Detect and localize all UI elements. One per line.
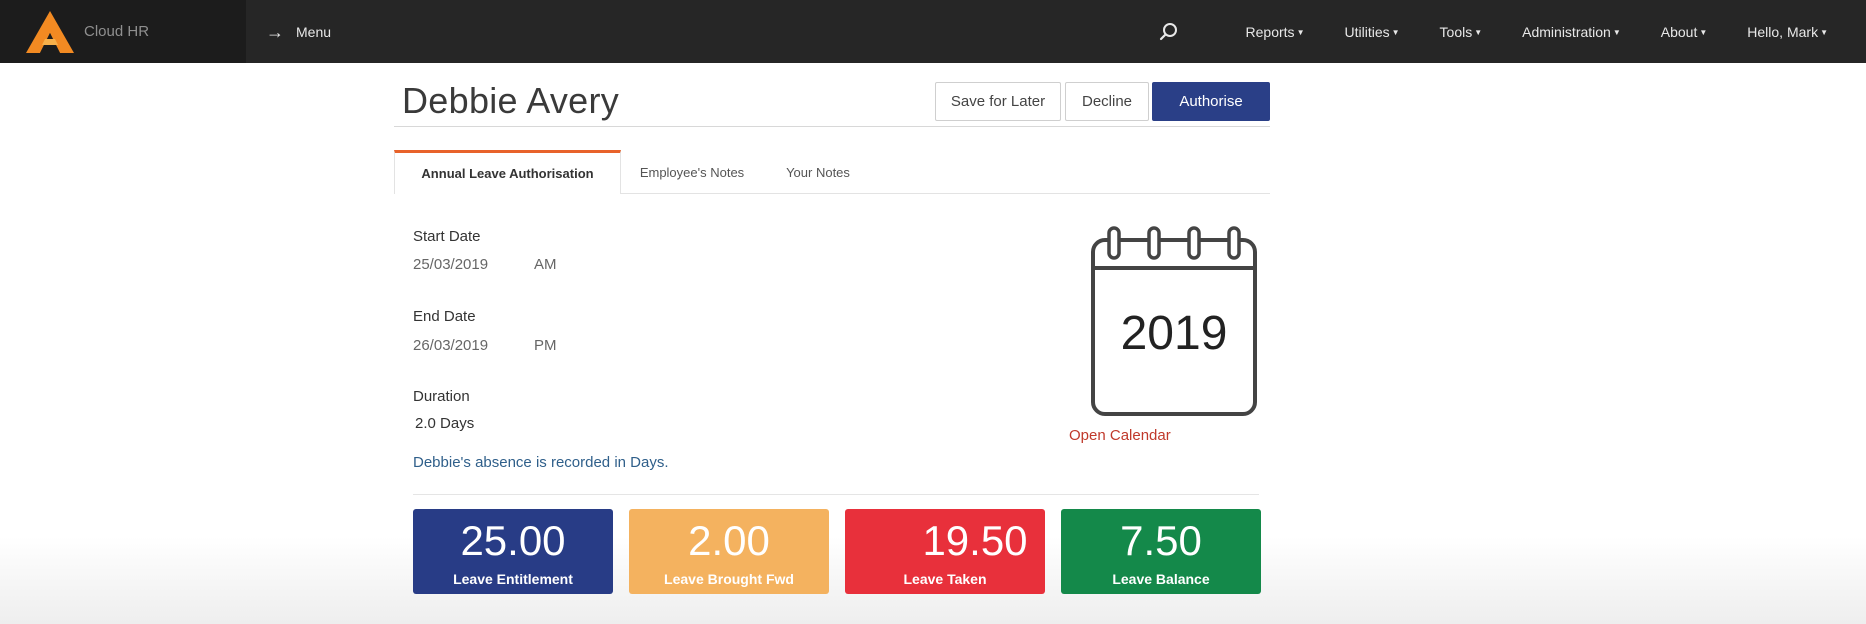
nav-reports[interactable]: Reports ▼ xyxy=(1246,24,1305,40)
leave-taken-label: Leave Taken xyxy=(903,571,987,587)
duration-value: 2.0 Days xyxy=(415,415,475,432)
nav-tools[interactable]: Tools ▼ xyxy=(1440,24,1483,40)
authorise-button[interactable]: Authorise xyxy=(1152,82,1270,121)
caret-down-icon: ▼ xyxy=(1612,28,1621,38)
end-half-day: PM xyxy=(534,337,557,354)
nav-right: Reports ▼ Utilities ▼ Tools ▼ Administratio… xyxy=(1158,0,1866,63)
start-half-day: AM xyxy=(534,256,557,273)
leave-entitlement-label: Leave Entitlement xyxy=(453,571,573,587)
calendar-year: 2019 xyxy=(1120,307,1228,360)
search-icon[interactable] xyxy=(1158,21,1180,43)
caret-down-icon: ▼ xyxy=(1820,28,1828,38)
end-date-value: 26/03/2019 xyxy=(413,337,489,354)
cloud-hr-logo-icon xyxy=(26,10,74,53)
header-divider xyxy=(394,126,1270,127)
nav-utilities-label: Utilities xyxy=(1344,23,1390,40)
menu-button[interactable]: → Menu xyxy=(266,23,331,41)
nav-administration-label: Administration xyxy=(1522,23,1611,40)
menu-label: Menu xyxy=(296,23,332,40)
nav-administration[interactable]: Administration ▼ xyxy=(1522,24,1621,40)
decline-button[interactable]: Decline xyxy=(1065,82,1149,121)
app-name: Cloud HR xyxy=(84,23,150,40)
leave-brought-fwd-value: 2.00 xyxy=(688,517,770,564)
top-navbar: Cloud HR → Menu Reports ▼ Utilities ▼ Tool… xyxy=(0,0,1866,63)
tab-bar: Annual Leave Authorisation Employee's No… xyxy=(394,150,1270,194)
nav-utilities[interactable]: Utilities ▼ xyxy=(1344,24,1399,40)
leave-balance-card: 7.50 Leave Balance xyxy=(1061,509,1261,594)
caret-down-icon: ▼ xyxy=(1391,28,1400,38)
caret-down-icon: ▼ xyxy=(1699,28,1708,38)
leave-entitlement-value: 25.00 xyxy=(460,517,566,564)
page-title: Debbie Avery xyxy=(402,80,620,121)
leave-taken-card: 19.50 Leave Taken xyxy=(845,509,1045,594)
nav-user-menu[interactable]: Hello, Mark ▼ xyxy=(1747,24,1828,40)
leave-balance-value: 7.50 xyxy=(1120,517,1202,564)
save-for-later-button[interactable]: Save for Later xyxy=(935,82,1061,121)
start-date-value: 25/03/2019 xyxy=(413,256,489,273)
leave-brought-fwd-card: 2.00 Leave Brought Fwd xyxy=(629,509,829,594)
nav-about-label: About xyxy=(1660,23,1698,40)
leave-brought-fwd-label: Leave Brought Fwd xyxy=(664,571,794,587)
caret-down-icon: ▼ xyxy=(1474,28,1483,38)
end-date-label: End Date xyxy=(413,308,476,325)
absence-unit-note: Debbie's absence is recorded in Days. xyxy=(413,454,669,471)
user-greeting: Hello, Mark xyxy=(1747,23,1819,40)
tab-employees-notes[interactable]: Employee's Notes xyxy=(632,150,752,194)
open-calendar-link[interactable]: Open Calendar xyxy=(1069,427,1171,444)
nav-tools-label: Tools xyxy=(1439,23,1473,40)
tab-annual-leave-authorisation[interactable]: Annual Leave Authorisation xyxy=(394,150,621,194)
arrow-right-icon: → xyxy=(266,21,284,42)
start-date-label: Start Date xyxy=(413,228,481,245)
leave-taken-value: 19.50 xyxy=(922,517,1028,564)
leave-balance-label: Leave Balance xyxy=(1112,571,1210,587)
nav-about[interactable]: About ▼ xyxy=(1661,24,1708,40)
tab-your-notes[interactable]: Your Notes xyxy=(774,150,862,194)
leave-entitlement-card: 25.00 Leave Entitlement xyxy=(413,509,613,594)
duration-label: Duration xyxy=(413,388,470,405)
content-divider xyxy=(413,494,1259,495)
caret-down-icon: ▼ xyxy=(1296,28,1305,38)
brand[interactable]: Cloud HR xyxy=(0,0,246,63)
nav-reports-label: Reports xyxy=(1245,23,1295,40)
